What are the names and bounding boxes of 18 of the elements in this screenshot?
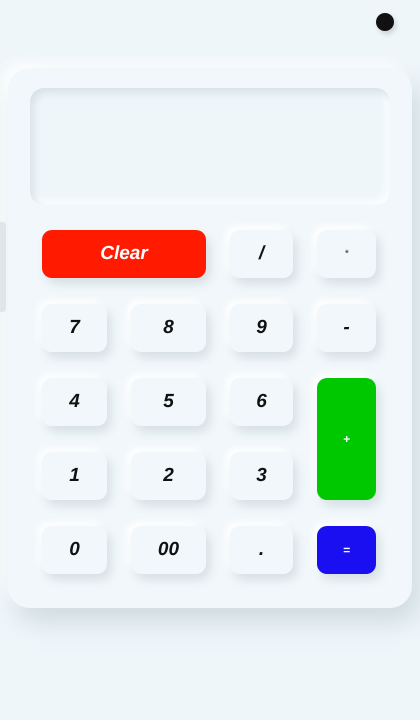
- digit-key[interactable]: 0: [42, 526, 107, 574]
- digit-key[interactable]: 3: [230, 452, 293, 500]
- clear-button[interactable]: Clear: [42, 230, 206, 278]
- operator-key[interactable]: *: [317, 230, 376, 278]
- digit-key[interactable]: 8: [131, 304, 206, 352]
- digit-key[interactable]: .: [230, 526, 293, 574]
- digit-key[interactable]: 6: [230, 378, 293, 426]
- operator-key[interactable]: -: [317, 304, 376, 352]
- digit-key[interactable]: 00: [131, 526, 206, 574]
- camera-dot-icon: [376, 13, 394, 31]
- digit-key[interactable]: 4: [42, 378, 107, 426]
- digit-key[interactable]: 5: [131, 378, 206, 426]
- digit-key[interactable]: 9: [230, 304, 293, 352]
- digit-key[interactable]: 7: [42, 304, 107, 352]
- equals-key[interactable]: =: [317, 526, 376, 574]
- operator-key[interactable]: /: [230, 230, 293, 278]
- digit-key[interactable]: 2: [131, 452, 206, 500]
- digit-key[interactable]: 1: [42, 452, 107, 500]
